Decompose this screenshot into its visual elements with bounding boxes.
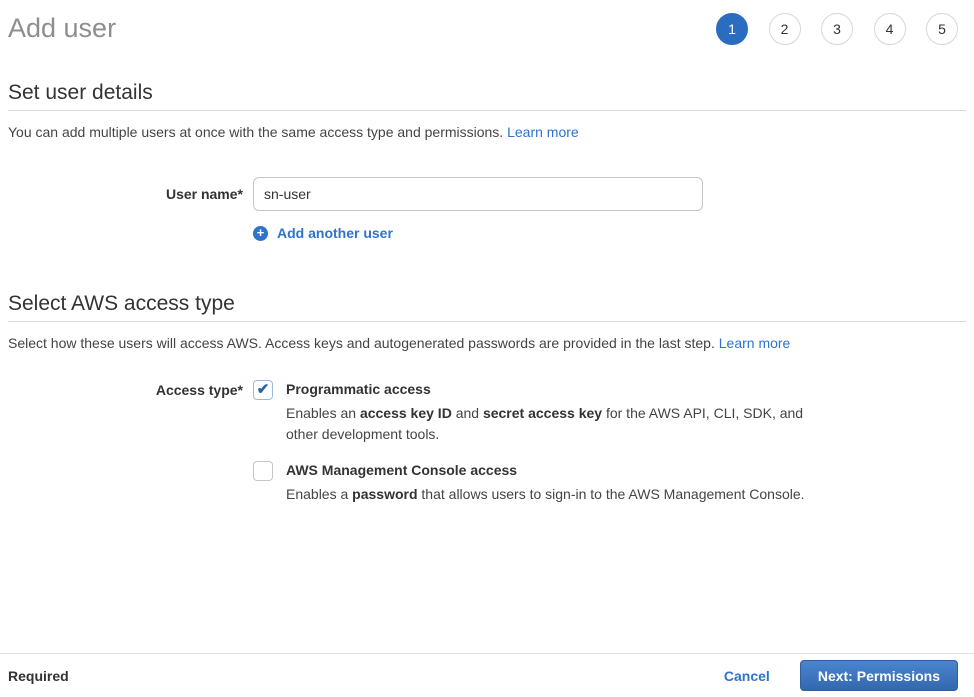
section-user-details: Set user details You can add multiple us… — [8, 80, 966, 241]
desc-part: and — [452, 405, 483, 421]
wizard-step-1[interactable]: 1 — [716, 13, 748, 45]
console-access-title[interactable]: AWS Management Console access — [286, 461, 805, 480]
next-permissions-button[interactable]: Next: Permissions — [800, 660, 958, 691]
desc-part-bold: secret access key — [483, 405, 602, 421]
page-header: Add user 1 2 3 4 5 — [0, 0, 974, 46]
option-console-access: AWS Management Console access Enables a … — [253, 461, 808, 505]
desc-part: Enables a — [286, 486, 352, 502]
desc-part-bold: access key ID — [360, 405, 452, 421]
desc-part-bold: password — [352, 486, 417, 502]
programmatic-access-text: Programmatic access Enables an access ke… — [286, 380, 808, 445]
wizard-step-4[interactable]: 4 — [874, 13, 906, 45]
access-type-description-text: Select how these users will access AWS. … — [8, 335, 715, 351]
user-details-description-text: You can add multiple users at once with … — [8, 124, 503, 140]
programmatic-access-title[interactable]: Programmatic access — [286, 380, 808, 399]
wizard-step-2[interactable]: 2 — [769, 13, 801, 45]
user-details-learn-more-link[interactable]: Learn more — [507, 124, 579, 140]
page-title: Add user — [8, 10, 116, 46]
add-another-user-label: Add another user — [277, 225, 393, 241]
access-type-row: Access type* ✔ Programmatic access Enabl… — [8, 380, 966, 505]
user-details-heading: Set user details — [8, 80, 966, 111]
programmatic-access-desc: Enables an access key ID and secret acce… — [286, 403, 808, 445]
user-details-description: You can add multiple users at once with … — [8, 123, 966, 141]
required-label: Required — [8, 668, 69, 684]
user-name-label: User name* — [8, 177, 243, 211]
wizard-footer: Required Cancel Next: Permissions — [0, 653, 974, 697]
user-name-input[interactable] — [253, 177, 703, 211]
user-name-row: User name* — [8, 177, 966, 211]
access-type-heading: Select AWS access type — [8, 291, 966, 322]
access-type-learn-more-link[interactable]: Learn more — [719, 335, 791, 351]
access-type-description: Select how these users will access AWS. … — [8, 334, 966, 352]
desc-part: Enables an — [286, 405, 360, 421]
console-access-text: AWS Management Console access Enables a … — [286, 461, 805, 505]
check-icon: ✔ — [257, 382, 270, 397]
cancel-button[interactable]: Cancel — [724, 668, 770, 684]
wizard-step-5[interactable]: 5 — [926, 13, 958, 45]
access-type-options: ✔ Programmatic access Enables an access … — [253, 380, 808, 505]
plus-circle-icon: + — [253, 226, 268, 241]
add-another-user-button[interactable]: + Add another user — [253, 225, 393, 241]
console-access-desc: Enables a password that allows users to … — [286, 484, 805, 505]
console-access-checkbox[interactable] — [253, 461, 273, 481]
option-programmatic-access: ✔ Programmatic access Enables an access … — [253, 380, 808, 445]
wizard-step-indicator: 1 2 3 4 5 — [716, 10, 958, 45]
desc-part: that allows users to sign-in to the AWS … — [418, 486, 805, 502]
programmatic-access-checkbox[interactable]: ✔ — [253, 380, 273, 400]
wizard-step-3[interactable]: 3 — [821, 13, 853, 45]
access-type-label: Access type* — [8, 380, 243, 505]
section-access-type: Select AWS access type Select how these … — [8, 291, 966, 505]
main-content: Set user details You can add multiple us… — [0, 80, 974, 505]
